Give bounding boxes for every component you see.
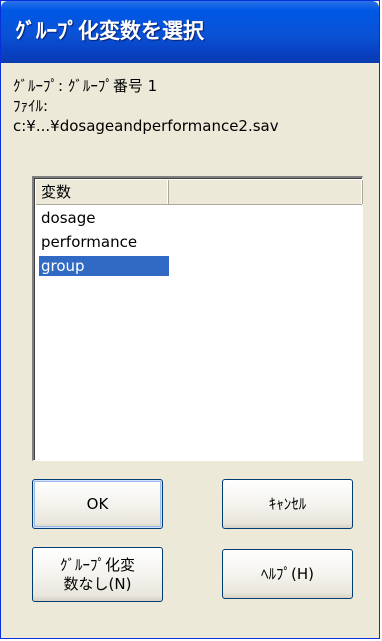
file-path: c:¥...¥dosageandperformance2.sav: [13, 117, 279, 135]
no-grouping-button-label: ｸﾞﾙｰﾌﾟ化変 数なし(N): [59, 555, 135, 593]
file-label: ﾌｧｲﾙ:: [13, 97, 49, 115]
list-item[interactable]: performance: [39, 232, 139, 252]
variable-listbox[interactable]: 変数 dosage performance group: [32, 176, 363, 461]
help-button-label: ﾍﾙﾌﾟ(H): [261, 564, 314, 583]
title-bar[interactable]: ｸﾞﾙｰﾌﾟ化変数を選択: [1, 1, 379, 63]
ok-button-label: OK: [86, 494, 109, 513]
no-grouping-button[interactable]: ｸﾞﾙｰﾌﾟ化変 数なし(N): [32, 547, 163, 602]
list-item[interactable]: dosage: [39, 208, 97, 228]
list-item-selected[interactable]: group: [38, 255, 170, 277]
help-button[interactable]: ﾍﾙﾌﾟ(H): [222, 549, 353, 599]
dialog-window: ｸﾞﾙｰﾌﾟ化変数を選択 ｸﾞﾙｰﾌﾟ: ｸﾞﾙｰﾌﾟ番号 1 ﾌｧｲﾙ: c:…: [0, 0, 380, 639]
column-header-variable[interactable]: 変数: [36, 180, 169, 204]
listbox-header: 変数: [36, 180, 363, 205]
dialog-title: ｸﾞﾙｰﾌﾟ化変数を選択: [15, 19, 204, 43]
column-header-empty[interactable]: [169, 180, 363, 204]
ok-button[interactable]: OK: [32, 479, 163, 529]
cancel-button[interactable]: ｷｬﾝｾﾙ: [222, 479, 353, 529]
cancel-button-label: ｷｬﾝｾﾙ: [268, 494, 307, 513]
group-label: ｸﾞﾙｰﾌﾟ: ｸﾞﾙｰﾌﾟ番号 1: [13, 77, 158, 95]
